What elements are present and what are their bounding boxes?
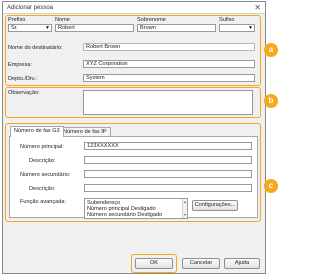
callout-badge-c: c — [264, 179, 278, 193]
close-icon[interactable]: ✕ — [254, 3, 261, 13]
ok-button-highlight — [131, 254, 177, 273]
callout-badge-a: a — [264, 43, 278, 57]
title-bar: Adicionar pessoa ✕ — [3, 2, 265, 14]
callout-badge-b: b — [264, 94, 278, 108]
tab-g3-fax[interactable]: Número de fax G3 — [10, 126, 64, 137]
add-person-dialog: Adicionar pessoa ✕ Prefixo Nome Sobrenom… — [2, 1, 266, 274]
help-button[interactable]: Ajuda — [224, 258, 260, 269]
notes-highlight — [5, 87, 261, 118]
name-section-highlight — [5, 15, 261, 86]
dialog-title: Adicionar pessoa — [7, 5, 54, 11]
fax-section-highlight — [5, 123, 261, 222]
cancel-button[interactable]: Cancelar — [182, 258, 220, 269]
